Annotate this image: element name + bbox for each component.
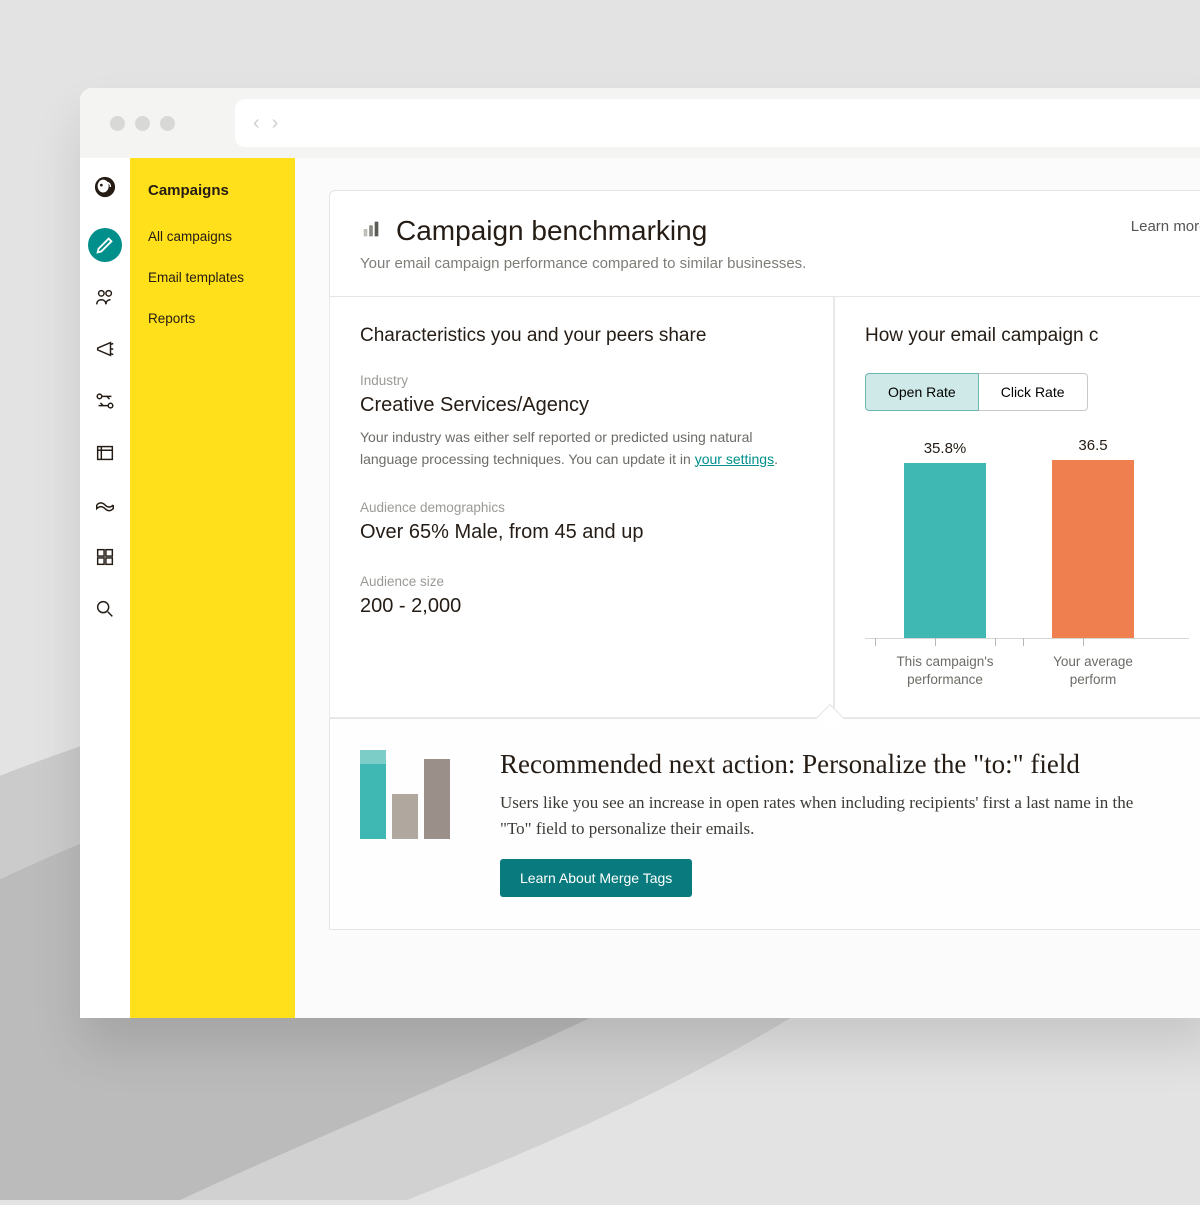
reco-chart-icon <box>360 749 464 897</box>
demographics-value: Over 65% Male, from 45 and up <box>360 521 803 544</box>
x-label: Your average perform <box>1043 653 1143 689</box>
tab-click-rate[interactable]: Click Rate <box>979 373 1088 411</box>
brand-logo-icon[interactable] <box>88 170 122 204</box>
your-settings-link[interactable]: your settings <box>695 451 774 467</box>
window-dot[interactable] <box>160 116 175 131</box>
characteristics-title: Characteristics you and your peers share <box>360 325 803 347</box>
nav-campaigns-icon[interactable] <box>88 332 122 366</box>
nav-rail <box>80 158 130 1018</box>
submenu-item-reports[interactable]: Reports <box>148 311 277 326</box>
browser-titlebar: ‹ › <box>80 88 1200 158</box>
main-content: Campaign benchmarking Your email campaig… <box>295 158 1200 1018</box>
submenu-item-email-templates[interactable]: Email templates <box>148 270 277 285</box>
back-icon[interactable]: ‹ <box>253 112 260 135</box>
audience-size-value: 200 - 2,000 <box>360 595 803 618</box>
nav-audience-icon[interactable] <box>88 280 122 314</box>
industry-value: Creative Services/Agency <box>360 394 803 417</box>
window-dot[interactable] <box>110 116 125 131</box>
recommendation-card: Recommended next action: Personalize the… <box>329 718 1200 930</box>
page-title: Campaign benchmarking <box>396 215 707 247</box>
bar-your-average <box>1052 460 1134 638</box>
chart-axis-ticks <box>865 638 1189 646</box>
industry-label: Industry <box>360 373 803 388</box>
industry-description: Your industry was either self reported o… <box>360 427 803 470</box>
bar-this-campaign <box>904 463 986 638</box>
nav-automations-icon[interactable] <box>88 384 122 418</box>
comparison-panel: How your email campaign c Open Rate Clic… <box>834 297 1200 718</box>
metric-tabs: Open Rate Click Rate <box>865 373 1189 411</box>
page-subtitle: Your email campaign performance compared… <box>360 255 1189 272</box>
browser-window: ‹ › <box>80 88 1200 1018</box>
learn-more-link[interactable]: Learn more a <box>1131 218 1200 235</box>
page-header-card: Campaign benchmarking Your email campaig… <box>329 190 1200 297</box>
chart-icon <box>360 218 382 245</box>
forward-icon[interactable]: › <box>272 112 279 135</box>
nav-content-icon[interactable] <box>88 488 122 522</box>
tab-open-rate[interactable]: Open Rate <box>865 373 979 411</box>
submenu-item-all-campaigns[interactable]: All campaigns <box>148 229 277 244</box>
demographics-label: Audience demographics <box>360 500 803 515</box>
x-label: This campaign's performance <box>895 653 995 689</box>
comparison-title: How your email campaign c <box>865 325 1189 347</box>
window-controls <box>110 116 175 131</box>
benchmark-bar-chart: 35.8% 36.5 <box>865 439 1189 689</box>
nav-search-icon[interactable] <box>88 592 122 626</box>
submenu-title: Campaigns <box>148 182 277 199</box>
audience-size-label: Audience size <box>360 574 803 589</box>
sidebar-submenu: Campaigns All campaigns Email templates … <box>130 158 295 1018</box>
bar-value-label: 36.5 <box>1078 437 1107 454</box>
characteristics-panel: Characteristics you and your peers share… <box>329 297 834 718</box>
reco-title: Recommended next action: Personalize the… <box>500 749 1140 780</box>
reco-body: Users like you see an increase in open r… <box>500 790 1140 841</box>
learn-merge-tags-button[interactable]: Learn About Merge Tags <box>500 859 692 897</box>
nav-create-icon[interactable] <box>88 228 122 262</box>
nav-integrations-icon[interactable] <box>88 540 122 574</box>
bar-value-label: 35.8% <box>924 440 967 457</box>
chart-x-labels: This campaign's performance Your average… <box>865 653 1189 689</box>
address-bar[interactable]: ‹ › <box>235 99 1200 147</box>
nav-website-icon[interactable] <box>88 436 122 470</box>
window-dot[interactable] <box>135 116 150 131</box>
